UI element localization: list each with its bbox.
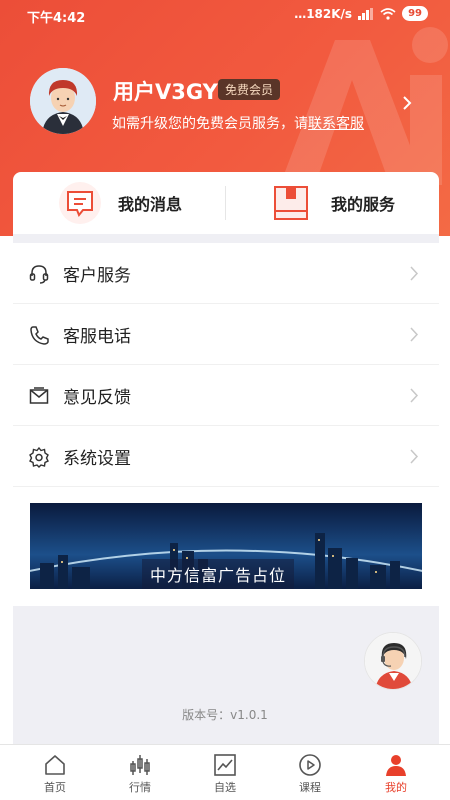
- candlestick-icon: [130, 755, 150, 775]
- card-divider: [225, 186, 226, 220]
- chevron-right-icon: [410, 327, 419, 342]
- gear-icon: [29, 446, 49, 468]
- menu-item-customer-service[interactable]: 客户服务: [13, 243, 439, 304]
- menu-item-service-phone[interactable]: 客服电话: [13, 304, 439, 365]
- menu-label: 意见反馈: [63, 387, 131, 408]
- message-icon: [59, 182, 101, 224]
- status-bar: 下午4:42 …182K/s 99: [0, 0, 450, 30]
- menu-label: 系统设置: [63, 448, 131, 469]
- bottom-tab-bar: 首页 行情 自选 课程 我的: [0, 744, 450, 800]
- phone-icon: [30, 326, 49, 345]
- tab-label: 我的: [385, 781, 407, 794]
- my-messages-label: 我的消息: [118, 195, 183, 214]
- chevron-right-icon: [410, 449, 419, 464]
- battery-indicator: 99: [402, 6, 428, 21]
- chevron-right-icon: [410, 388, 419, 403]
- upgrade-hint-text: 如需升级您的免费会员服务，请: [112, 116, 308, 132]
- quick-actions-card: 我的消息 我的服务: [13, 172, 439, 234]
- tab-watchlist[interactable]: 自选: [195, 745, 255, 800]
- network-speed: …182K/s: [294, 6, 353, 21]
- user-icon: [386, 755, 406, 776]
- my-services-button[interactable]: 我的服务: [273, 172, 395, 234]
- tab-mine[interactable]: 我的: [366, 745, 426, 800]
- my-messages-button[interactable]: 我的消息: [58, 172, 182, 234]
- username: 用户V3GY: [113, 80, 218, 104]
- banner-caption: 中方信富广告占位: [142, 559, 295, 589]
- floating-support-button[interactable]: [364, 632, 422, 690]
- menu-label: 客服电话: [63, 326, 131, 347]
- mail-icon: [29, 387, 49, 404]
- section-divider: [13, 234, 439, 243]
- tab-market[interactable]: 行情: [110, 745, 170, 800]
- membership-badge: 免费会员: [218, 79, 281, 100]
- status-time: 下午4:42: [27, 11, 86, 26]
- contact-support-link[interactable]: 联系客服: [308, 116, 364, 132]
- upgrade-hint: 如需升级您的免费会员服务，请联系客服: [112, 113, 364, 133]
- tab-label: 首页: [44, 781, 66, 794]
- service-box-icon: [274, 186, 308, 220]
- chevron-right-icon[interactable]: [400, 93, 414, 113]
- status-indicators: …182K/s 99: [294, 6, 428, 21]
- menu-item-feedback[interactable]: 意见反馈: [13, 365, 439, 426]
- play-icon: [299, 754, 321, 776]
- tab-courses[interactable]: 课程: [280, 745, 340, 800]
- headset-icon: [29, 265, 49, 284]
- tab-label: 行情: [129, 781, 151, 794]
- menu-item-settings[interactable]: 系统设置: [13, 426, 439, 487]
- chevron-right-icon: [410, 266, 419, 281]
- version-label: 版本号：v1.0.1: [182, 708, 268, 722]
- ad-banner[interactable]: 中方信富广告占位: [30, 503, 422, 589]
- chart-icon: [214, 754, 236, 776]
- tab-label: 课程: [299, 781, 321, 794]
- menu-label: 客户服务: [63, 265, 131, 286]
- signal-icon: [358, 7, 374, 20]
- tab-home[interactable]: 首页: [25, 745, 85, 800]
- support-agent-icon: [365, 633, 421, 689]
- brand-watermark-icon: [280, 27, 448, 185]
- avatar[interactable]: [30, 68, 96, 134]
- my-services-label: 我的服务: [331, 195, 396, 214]
- home-icon: [45, 755, 65, 775]
- wifi-icon: [380, 7, 396, 20]
- user-avatar-icon: [30, 68, 96, 134]
- tab-label: 自选: [214, 781, 236, 794]
